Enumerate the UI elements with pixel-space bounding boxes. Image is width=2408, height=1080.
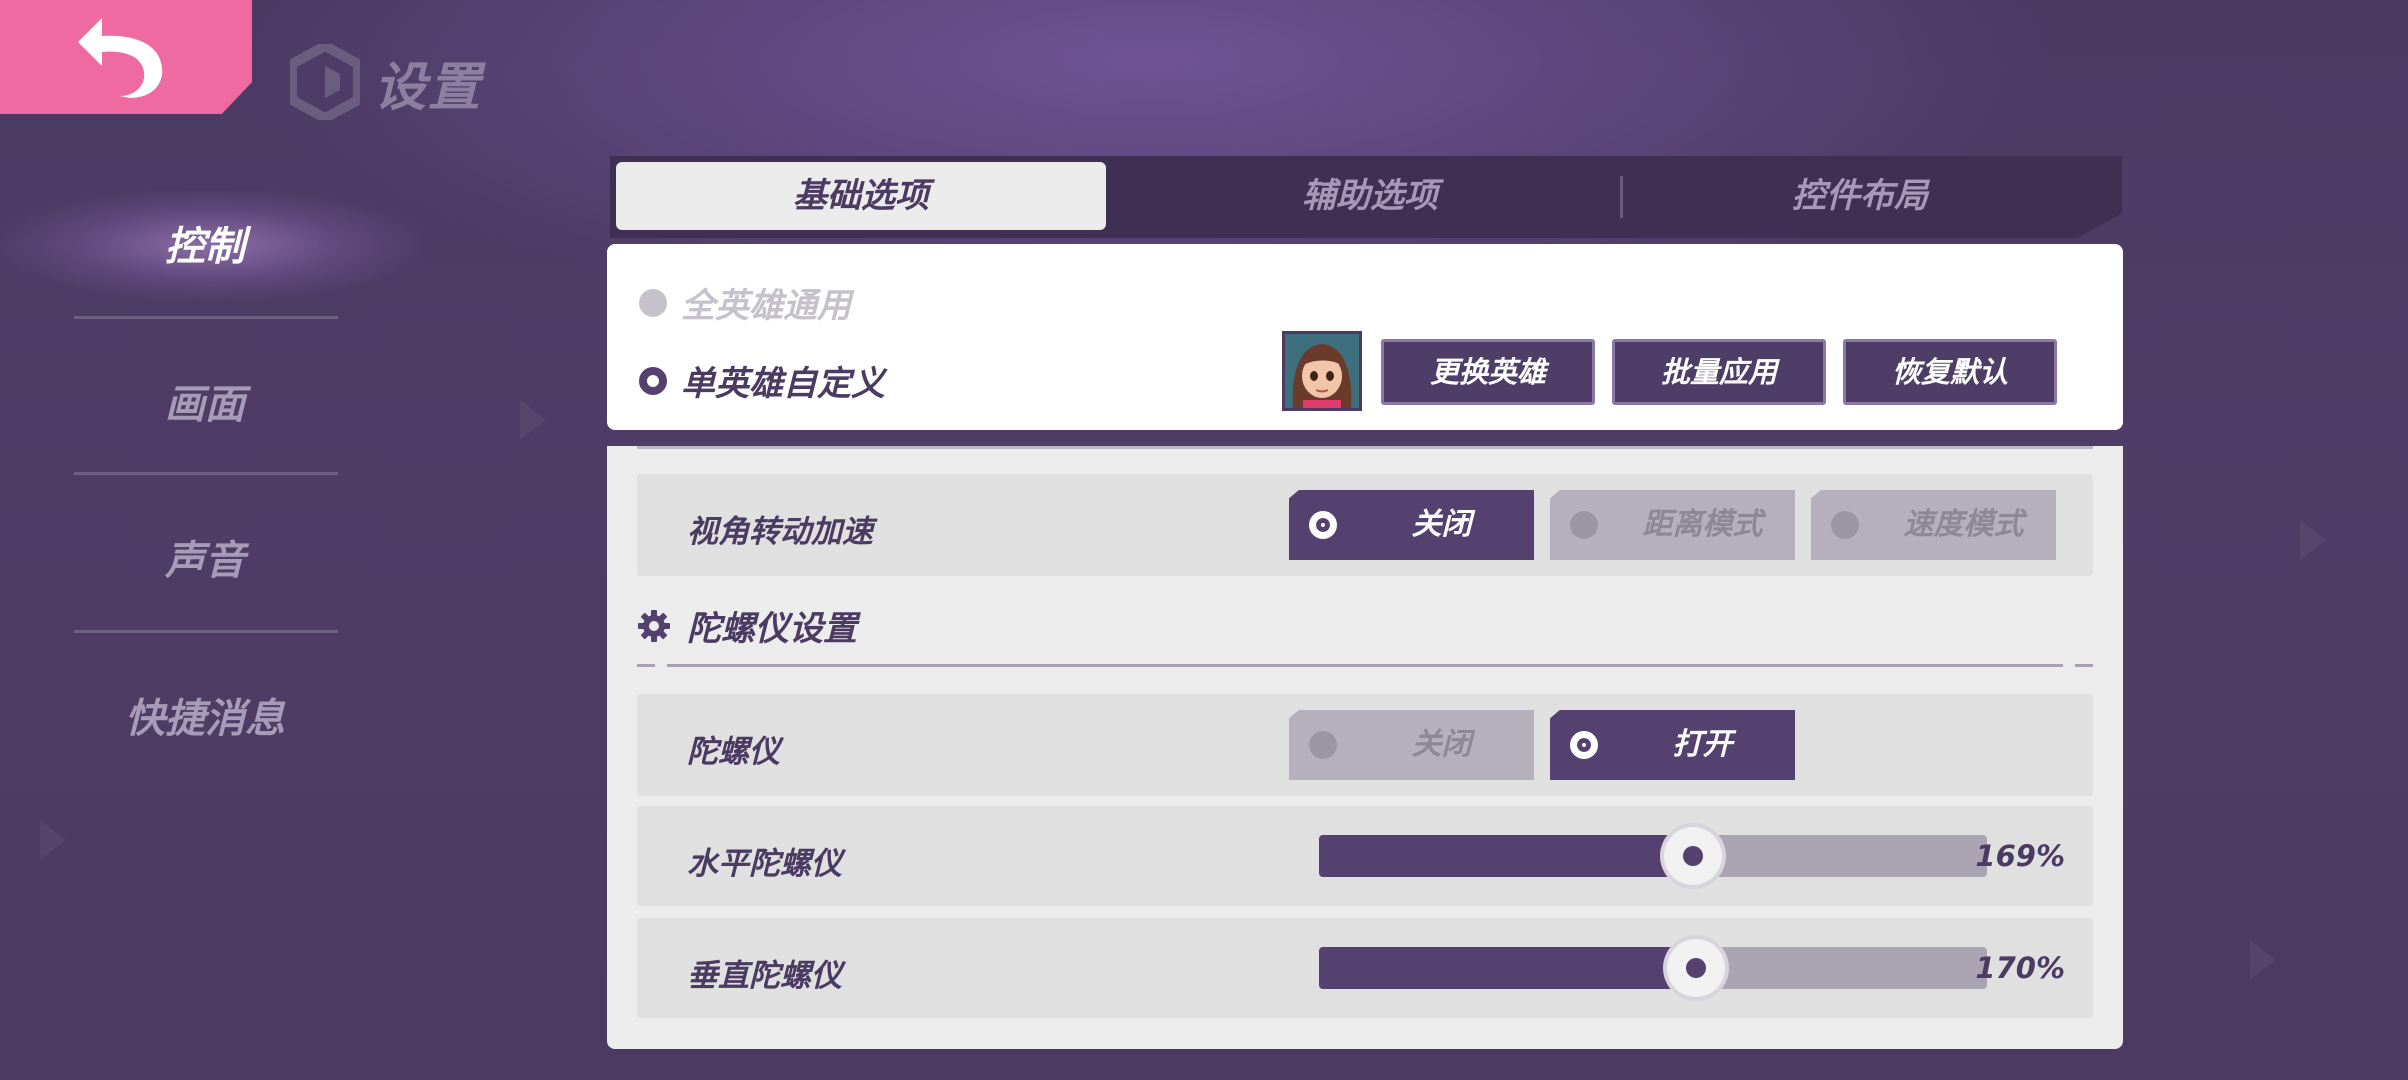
option-label: 关闭 — [1411, 727, 1472, 762]
gyro-section-title: 陀螺仪设置 — [687, 609, 857, 649]
radio-single-hero[interactable]: 单英雄自定义 — [639, 356, 885, 405]
camera-accel-distance-option[interactable]: 距离模式 — [1550, 490, 1795, 560]
vertical-gyro-row: 垂直陀螺仪 170% — [637, 918, 2093, 1018]
hero-portrait-icon — [1285, 334, 1359, 408]
sidebar-divider — [74, 316, 338, 319]
background-decoration — [2300, 520, 2326, 560]
radio-label: 全英雄通用 — [681, 286, 851, 326]
radio-all-heroes[interactable]: 全英雄通用 — [639, 278, 851, 327]
background-decoration — [520, 400, 546, 440]
horizontal-gyro-value: 169% — [1975, 839, 2065, 873]
gyro-section-header: 陀螺仪设置 — [637, 601, 857, 650]
slider-fill — [1319, 835, 1694, 877]
background-decoration — [40, 820, 66, 860]
page-header: 设置 — [290, 42, 482, 122]
restore-default-button[interactable]: 恢复默认 — [1843, 339, 2057, 405]
option-label: 速度模式 — [1903, 507, 2024, 542]
option-radio-indicator — [1831, 511, 1859, 539]
option-radio-indicator — [1309, 731, 1337, 759]
vertical-gyro-label: 垂直陀螺仪 — [687, 958, 842, 994]
camera-accel-label: 视角转动加速 — [687, 514, 873, 550]
horizontal-gyro-slider[interactable] — [1319, 827, 1987, 885]
gyro-off-option[interactable]: 关闭 — [1289, 710, 1534, 780]
batch-apply-button[interactable]: 批量应用 — [1612, 339, 1826, 405]
page-title: 设置 — [374, 57, 483, 118]
settings-list: 视角转动加速 关闭 距离模式 速度模式 陀螺仪设置 陀螺仪 关闭 打开 水平陀螺… — [607, 446, 2123, 1049]
option-radio-indicator — [1570, 511, 1598, 539]
background-decoration — [2250, 940, 2276, 980]
slider-fill — [1319, 947, 1697, 989]
horizontal-gyro-label: 水平陀螺仪 — [687, 846, 842, 882]
back-button[interactable] — [0, 0, 252, 114]
option-radio-indicator — [1309, 511, 1337, 539]
divider — [637, 446, 2093, 449]
radio-indicator — [639, 288, 667, 317]
camera-accel-row: 视角转动加速 关闭 距离模式 速度模式 — [637, 474, 2093, 576]
slider-handle[interactable] — [1664, 827, 1723, 885]
sidebar-item-control[interactable]: 控制 — [60, 214, 350, 272]
gyro-row: 陀螺仪 关闭 打开 — [637, 694, 2093, 796]
radio-indicator — [639, 366, 667, 395]
camera-accel-speed-option[interactable]: 速度模式 — [1811, 490, 2056, 560]
option-radio-indicator — [1570, 731, 1598, 759]
change-hero-button[interactable]: 更换英雄 — [1381, 339, 1595, 405]
tab-basic-options[interactable]: 基础选项 — [616, 162, 1106, 230]
tab-control-layout[interactable]: 控件布局 — [1640, 162, 2080, 230]
vertical-gyro-slider[interactable] — [1319, 939, 1987, 997]
divider — [637, 664, 655, 667]
radio-label: 单英雄自定义 — [681, 364, 885, 404]
gyro-label: 陀螺仪 — [687, 734, 780, 770]
tab-divider — [1620, 176, 1623, 218]
slider-handle[interactable] — [1667, 939, 1726, 997]
settings-logo-icon — [290, 44, 360, 120]
back-arrow-icon — [78, 18, 163, 98]
hero-avatar[interactable] — [1282, 331, 1362, 411]
horizontal-gyro-row: 水平陀螺仪 169% — [637, 806, 2093, 906]
tab-bar: 基础选项 辅助选项 控件布局 — [610, 156, 2122, 238]
option-label: 打开 — [1672, 727, 1733, 762]
sidebar-divider — [74, 472, 338, 475]
sidebar-item-sound[interactable]: 声音 — [60, 528, 350, 586]
sidebar-item-quick-messages[interactable]: 快捷消息 — [60, 686, 350, 744]
gear-icon — [638, 609, 670, 642]
sidebar-item-display[interactable]: 画面 — [60, 372, 350, 430]
option-label: 关闭 — [1411, 507, 1472, 542]
camera-accel-off-option[interactable]: 关闭 — [1289, 490, 1534, 560]
divider — [667, 664, 2063, 667]
gyro-on-option[interactable]: 打开 — [1550, 710, 1795, 780]
hero-mode-panel: 全英雄通用 单英雄自定义 更换英雄 批量应用 恢复默认 — [607, 244, 2123, 430]
sidebar-divider — [74, 630, 338, 633]
option-label: 距离模式 — [1642, 507, 1763, 542]
tab-assist-options[interactable]: 辅助选项 — [1130, 162, 1610, 230]
vertical-gyro-value: 170% — [1975, 951, 2065, 985]
divider — [2075, 664, 2093, 667]
